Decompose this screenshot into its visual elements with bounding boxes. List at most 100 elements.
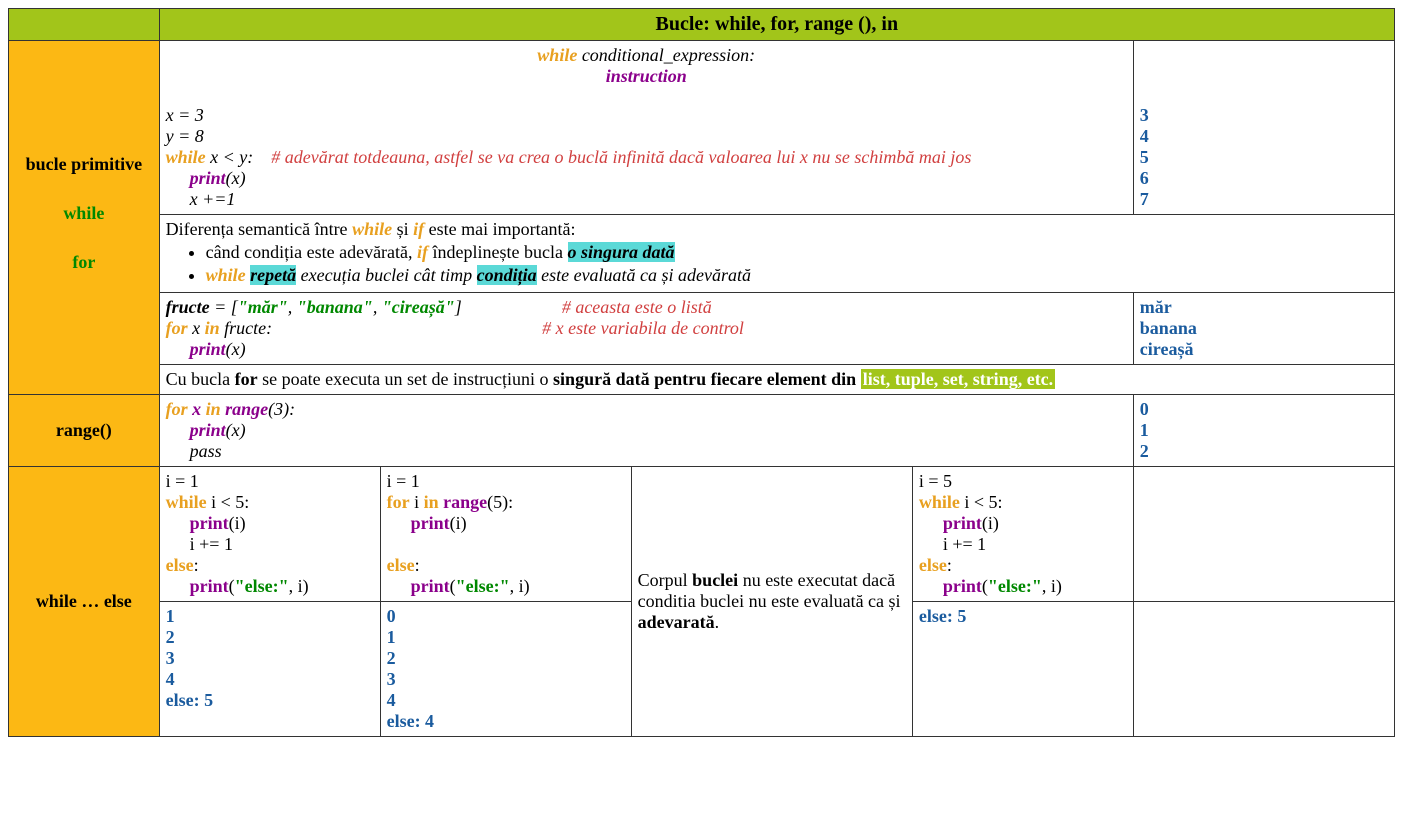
- code-l1: x = 3: [166, 105, 1127, 126]
- b2-mid: execuția buclei cât timp: [296, 265, 476, 285]
- header-title: Bucle: while, for, range (), in: [159, 9, 1394, 41]
- for-fructe-cell: fructe = ["măr", "banana", "cireașă"]# a…: [159, 293, 1133, 365]
- diff-b: și: [392, 219, 413, 239]
- b-l3-arg: (i): [450, 513, 467, 533]
- r3-arg: (x): [226, 339, 246, 359]
- b-out-3: 3: [387, 669, 625, 690]
- we-colC-text: Corpul buclei nu este executat dacă cond…: [631, 467, 912, 737]
- while-syntax-instr: instruction: [606, 66, 687, 86]
- r3-rest: fructe:: [220, 318, 272, 338]
- diff-c: este mai importantă:: [424, 219, 575, 239]
- r5-x: x: [188, 399, 206, 419]
- code-l3-comment: # adevărat totdeauna, astfel se va crea …: [271, 147, 971, 167]
- d-out: else: 5: [919, 606, 1127, 627]
- a-l3-arg: (i): [229, 513, 246, 533]
- b2-hl1: repetă: [250, 265, 296, 285]
- b-out-0: 0: [387, 606, 625, 627]
- a-l5-colon: :: [194, 555, 199, 575]
- diff-a: Diferența semantică între: [166, 219, 352, 239]
- a-out-4: else: 5: [166, 690, 374, 711]
- d-l2-rest: i < 5:: [960, 492, 1003, 512]
- d-l2-kw: while: [919, 492, 960, 512]
- b-out-2: 2: [387, 648, 625, 669]
- a-l1: i = 1: [166, 471, 374, 492]
- r3-comment2: # x este variabila de control: [542, 318, 744, 338]
- diff-if: if: [413, 219, 424, 239]
- we-colA-code: i = 1 while i < 5: print(i) i += 1 else:…: [159, 467, 380, 602]
- b-l6-print: print: [411, 576, 450, 596]
- d-l3-arg: (i): [982, 513, 999, 533]
- for-fructe-output: măr banana cireașă: [1133, 293, 1394, 365]
- a-out-1: 2: [166, 627, 374, 648]
- r3-comment1: # aceasta este o listă: [562, 297, 712, 317]
- b-l6-str: "else:": [456, 576, 510, 596]
- b1-if: if: [417, 242, 428, 262]
- r5-for: for: [166, 399, 188, 419]
- r5-range: range: [225, 399, 268, 419]
- b-l2-for: for: [387, 492, 410, 512]
- r3-var: fructe: [166, 297, 210, 317]
- r3-s1: "măr": [238, 297, 288, 317]
- we-colB-out: 0 1 2 3 4 else: 4: [380, 602, 631, 737]
- out-3: 6: [1140, 168, 1388, 189]
- b1-a: când condiția este adevărată,: [206, 242, 417, 262]
- r3-s3: "cireașă": [382, 297, 455, 317]
- r5-print: print: [190, 420, 226, 440]
- c-t2: buclei: [692, 570, 738, 590]
- r3-c2: ,: [373, 297, 382, 317]
- range-code-cell: for x in range(3): print(x) pass: [159, 395, 1133, 467]
- a-out-3: 4: [166, 669, 374, 690]
- while-syntax-cond: conditional_expression:: [577, 45, 755, 65]
- a-out-0: 1: [166, 606, 374, 627]
- r3-x: x: [188, 318, 205, 338]
- label-while: while: [15, 203, 153, 224]
- b-l2-in: in: [424, 492, 439, 512]
- header-empty: [9, 9, 160, 41]
- d-l5-else: else: [919, 555, 947, 575]
- a-l6-print: print: [190, 576, 229, 596]
- we-colD-code: i = 5 while i < 5: print(i) i += 1 else:…: [912, 467, 1133, 602]
- out-2: 5: [1140, 147, 1388, 168]
- we-colB-code: i = 1 for i in range(5): print(i) else: …: [380, 467, 631, 602]
- r3-out-0: măr: [1140, 297, 1388, 318]
- d-l6-print: print: [943, 576, 982, 596]
- r4-b: se poate executa un set de instrucțiuni …: [258, 369, 553, 389]
- out-0: 3: [1140, 105, 1388, 126]
- b1-hl: o singura dată: [568, 242, 675, 262]
- b-out-4: 4: [387, 690, 625, 711]
- code-l3-cond: x < y:: [206, 147, 254, 167]
- b-l3-print: print: [411, 513, 450, 533]
- range-output-cell: 0 1 2: [1133, 395, 1394, 467]
- a-l3-print: print: [190, 513, 229, 533]
- b-l1: i = 1: [387, 471, 625, 492]
- r5-parg: (x): [226, 420, 246, 440]
- a-l4: i += 1: [190, 534, 233, 554]
- d-l6-rest: , i): [1042, 576, 1062, 596]
- b-l5-else: else: [387, 555, 415, 575]
- code-l3-kw: while: [166, 147, 206, 167]
- r3-for: for: [166, 318, 188, 338]
- b-out-5: else: 4: [387, 711, 625, 732]
- label-range: range(): [9, 395, 160, 467]
- r3-close: ]: [455, 297, 462, 317]
- label-for: for: [15, 252, 153, 273]
- diff-bullet-1: când condiția este adevărată, if îndepli…: [206, 242, 1388, 263]
- label-bucle-primitive-text: bucle primitive: [15, 154, 153, 175]
- b-l2-range: range: [443, 492, 487, 512]
- label-while-else: while … else: [9, 467, 160, 737]
- code-l5: x +=1: [190, 189, 236, 209]
- r5-out-2: 2: [1140, 441, 1388, 462]
- a-l2-kw: while: [166, 492, 207, 512]
- d-l5-colon: :: [947, 555, 952, 575]
- a-l2-rest: i < 5:: [207, 492, 250, 512]
- code-l4-arg: (x): [226, 168, 246, 188]
- r3-in: in: [205, 318, 220, 338]
- r3-out-1: banana: [1140, 318, 1388, 339]
- b-l2-arg: (5):: [487, 492, 513, 512]
- while-primitive-cell: while conditional_expression: instructio…: [159, 41, 1133, 215]
- d-l4: i += 1: [943, 534, 986, 554]
- b-l5-colon: :: [415, 555, 420, 575]
- b2-kw: while: [206, 265, 246, 285]
- while-output-cell: 3 4 5 6 7: [1133, 41, 1394, 215]
- b2-end: este evaluată ca și adevărată: [537, 265, 751, 285]
